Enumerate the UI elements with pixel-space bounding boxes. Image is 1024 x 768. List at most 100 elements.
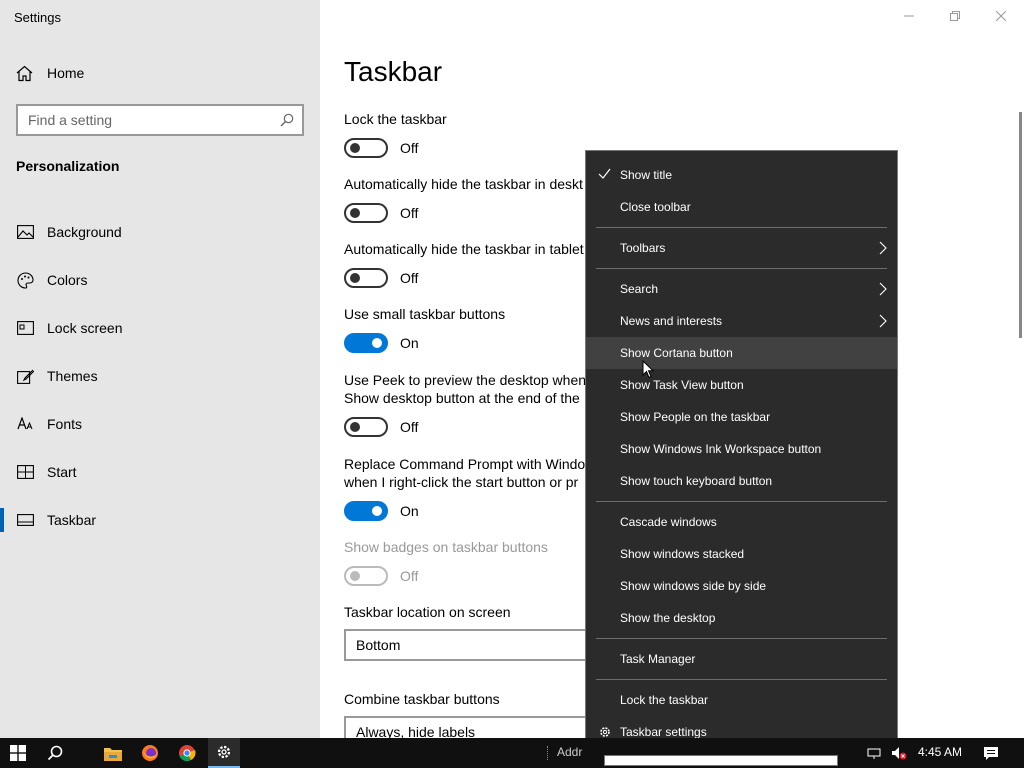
taskbar-location-dropdown[interactable]: Bottom — [344, 629, 594, 661]
peek-toggle-row[interactable]: Off — [344, 417, 418, 437]
setting-label-small-buttons: Use small taskbar buttons — [344, 306, 506, 322]
sidebar-item-colors[interactable]: Colors — [0, 256, 320, 304]
scrollbar[interactable] — [1019, 112, 1022, 338]
sidebar-item-start[interactable]: Start — [0, 448, 320, 496]
menu-item-show-title[interactable]: Show title — [586, 159, 897, 191]
chevron-right-icon — [879, 282, 887, 296]
menu-separator — [596, 679, 887, 680]
search-input[interactable] — [28, 112, 280, 128]
setting-label-peek-line2: Show desktop button at the end of the — [344, 390, 580, 406]
menu-item-label: Taskbar settings — [620, 725, 707, 739]
menu-item-label: Search — [620, 282, 659, 296]
menu-item-search[interactable]: Search — [586, 273, 897, 305]
taskbar-search-button[interactable] — [40, 738, 70, 768]
windows-logo-icon — [10, 745, 26, 761]
taskbar-settings-app[interactable] — [208, 738, 240, 768]
autohide-tablet-toggle[interactable] — [344, 268, 388, 288]
setting-label-lock-taskbar: Lock the taskbar — [344, 111, 447, 127]
menu-item-label: Show Cortana button — [620, 346, 733, 360]
menu-item-cascade-windows[interactable]: Cascade windows — [586, 506, 897, 538]
menu-item-show-task-view-button[interactable]: Show Task View button — [586, 369, 897, 401]
picture-icon — [16, 223, 34, 241]
toggle-state: On — [400, 503, 419, 519]
home-icon — [16, 65, 33, 81]
taskbar-file-explorer[interactable] — [98, 738, 128, 768]
volume-muted-icon — [892, 747, 907, 760]
menu-item-label: Show windows stacked — [620, 547, 745, 561]
menu-separator — [596, 638, 887, 639]
powershell-toggle[interactable] — [344, 501, 388, 521]
dropdown-value: Bottom — [356, 637, 401, 653]
taskbar-chrome[interactable] — [172, 738, 202, 768]
autohide-desktop-toggle-row[interactable]: Off — [344, 203, 418, 223]
sidebar-item-lock-screen[interactable]: Lock screen — [0, 304, 320, 352]
sidebar-item-label: Colors — [47, 272, 88, 288]
taskbar-firefox[interactable] — [135, 738, 165, 768]
dropdown-value: Always, hide labels — [356, 724, 476, 738]
sidebar-item-background[interactable]: Background — [0, 208, 320, 256]
menu-item-show-touch-keyboard[interactable]: Show touch keyboard button — [586, 465, 897, 497]
sidebar: Settings Home Personalization Background… — [0, 0, 320, 738]
action-center-button[interactable] — [978, 738, 1004, 768]
menu-item-task-manager[interactable]: Task Manager — [586, 643, 897, 675]
autohide-desktop-toggle[interactable] — [344, 203, 388, 223]
small-buttons-toggle[interactable] — [344, 333, 388, 353]
search-box[interactable] — [16, 104, 304, 136]
powershell-toggle-row[interactable]: On — [344, 501, 419, 521]
sidebar-item-fonts[interactable]: Fonts — [0, 400, 320, 448]
menu-item-label: Show title — [620, 168, 673, 182]
menu-item-news-and-interests[interactable]: News and interests — [586, 305, 897, 337]
setting-label-powershell-line2: when I right-click the start button or p… — [344, 474, 579, 490]
menu-item-label: Close toolbar — [620, 200, 691, 214]
menu-item-label: Show Windows Ink Workspace button — [620, 442, 822, 456]
tray-volume-muted[interactable] — [890, 738, 908, 768]
setting-label-autohide-desktop: Automatically hide the taskbar in deskt — [344, 176, 583, 192]
menu-item-label: Show Task View button — [620, 378, 744, 392]
start-button[interactable] — [0, 738, 36, 768]
toggle-state: Off — [400, 205, 419, 221]
menu-item-show-desktop[interactable]: Show the desktop — [586, 602, 897, 634]
menu-item-label: Show touch keyboard button — [620, 474, 773, 488]
chevron-right-icon — [879, 314, 887, 328]
setting-label-autohide-tablet: Automatically hide the taskbar in tablet — [344, 241, 584, 257]
peek-toggle[interactable] — [344, 417, 388, 437]
menu-item-show-ink-workspace[interactable]: Show Windows Ink Workspace button — [586, 433, 897, 465]
section-title: Personalization — [16, 158, 120, 174]
brush-icon — [16, 367, 34, 385]
autohide-tablet-toggle-row[interactable]: Off — [344, 268, 418, 288]
menu-separator — [596, 268, 887, 269]
address-toolbar-label: Addr — [557, 745, 583, 759]
address-input[interactable] — [604, 755, 838, 766]
small-buttons-toggle-row[interactable]: On — [344, 333, 419, 353]
menu-item-windows-stacked[interactable]: Show windows stacked — [586, 538, 897, 570]
sidebar-item-taskbar[interactable]: Taskbar — [0, 496, 320, 544]
page-title: Taskbar — [344, 56, 443, 87]
lock-taskbar-toggle[interactable] — [344, 138, 388, 158]
clock[interactable]: 4:45 AM — [918, 745, 962, 759]
menu-item-show-cortana-button[interactable]: Show Cortana button — [586, 337, 897, 369]
sidebar-item-label: Lock screen — [47, 320, 123, 336]
sidebar-item-label: Fonts — [47, 416, 83, 432]
menu-item-windows-side-by-side[interactable]: Show windows side by side — [586, 570, 897, 602]
menu-item-label: Show the desktop — [620, 611, 716, 625]
menu-item-show-people[interactable]: Show People on the taskbar — [586, 401, 897, 433]
tray-network[interactable] — [866, 738, 882, 768]
home-nav-item[interactable]: Home — [16, 62, 84, 84]
lock-taskbar-toggle-row[interactable]: Off — [344, 138, 418, 158]
menu-item-close-toolbar[interactable]: Close toolbar — [586, 191, 897, 223]
setting-label-combine: Combine taskbar buttons — [344, 691, 500, 707]
combine-buttons-dropdown[interactable]: Always, hide labels — [344, 716, 594, 738]
setting-label-location: Taskbar location on screen — [344, 604, 511, 620]
menu-item-label: Show windows side by side — [620, 579, 767, 593]
menu-item-toolbars[interactable]: Toolbars — [586, 232, 897, 264]
search-icon — [47, 745, 63, 761]
menu-item-label: Task Manager — [620, 652, 696, 666]
network-icon — [867, 748, 881, 759]
toolbar-grip[interactable] — [547, 746, 548, 760]
gear-icon — [600, 727, 610, 737]
search-icon[interactable] — [280, 113, 294, 127]
sidebar-item-themes[interactable]: Themes — [0, 352, 320, 400]
menu-item-lock-taskbar[interactable]: Lock the taskbar — [586, 684, 897, 716]
menu-separator — [596, 501, 887, 502]
toggle-state: On — [400, 335, 419, 351]
